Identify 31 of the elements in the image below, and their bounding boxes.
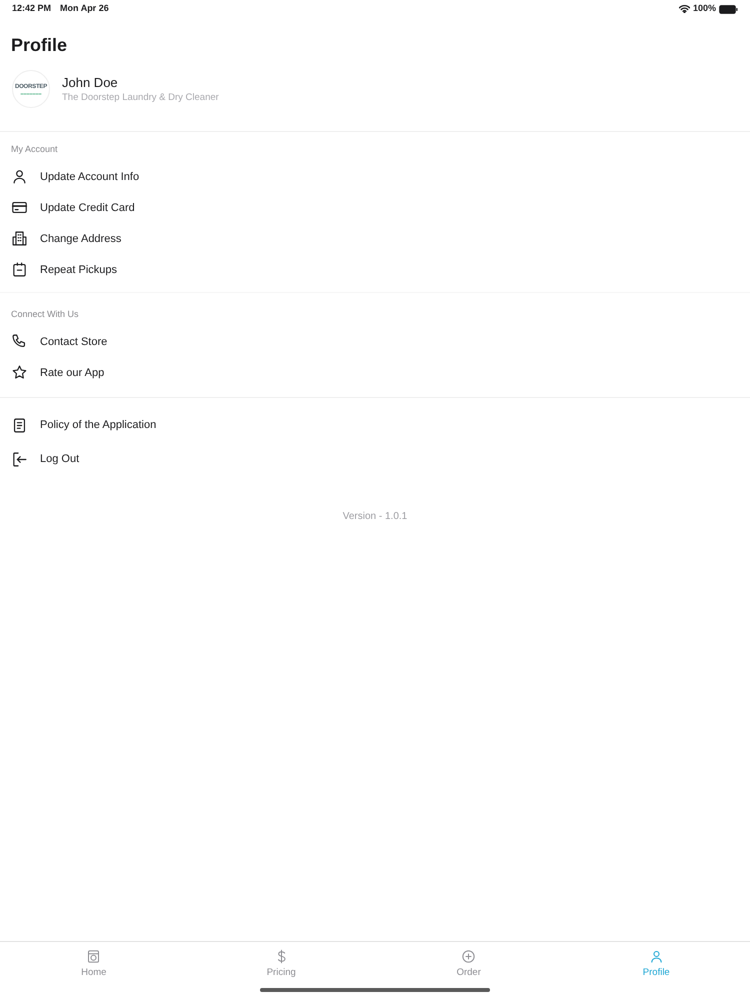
status-time: 12:42 PM: [12, 2, 52, 16]
wifi-icon: [678, 5, 690, 13]
washer-icon: [86, 949, 102, 964]
menu-item[interactable]: Contact Store: [0, 326, 112, 357]
menu-item[interactable]: Log Out: [0, 442, 84, 476]
section-header: My Account: [11, 143, 58, 155]
section-header: Connect With Us: [11, 308, 79, 320]
version-text: Version - 1.0.1: [342, 511, 408, 523]
circle-plus-icon: [461, 949, 476, 964]
user-name: John Doe: [62, 74, 119, 90]
menu-item[interactable]: Repeat Pickups: [0, 254, 122, 285]
page-title: Profile: [11, 34, 68, 56]
menu-item[interactable]: Change Address: [0, 223, 126, 254]
calendar-icon: [11, 261, 28, 278]
phone-icon: [11, 333, 28, 350]
credit-card-icon: [11, 199, 28, 216]
document-icon: [11, 416, 28, 434]
status-date: Mon Apr 26: [60, 2, 109, 16]
menu-item[interactable]: Rate our App: [0, 357, 108, 388]
store-name: The Doorstep Laundry & Dry Cleaner: [62, 92, 219, 104]
menu-item[interactable]: Policy of the Application: [0, 408, 160, 442]
battery-icon: [719, 4, 738, 14]
menu-item[interactable]: Update Account Info: [0, 161, 144, 192]
battery-percent: 100%: [692, 2, 716, 16]
buildings-icon: [11, 230, 28, 247]
logout-icon: [11, 450, 28, 468]
logo-tagline-drawing: [20, 92, 42, 94]
person-icon: [648, 949, 664, 964]
menu-item[interactable]: Update Credit Card: [0, 192, 139, 223]
person-icon: [11, 168, 28, 185]
star-icon: [11, 364, 28, 381]
